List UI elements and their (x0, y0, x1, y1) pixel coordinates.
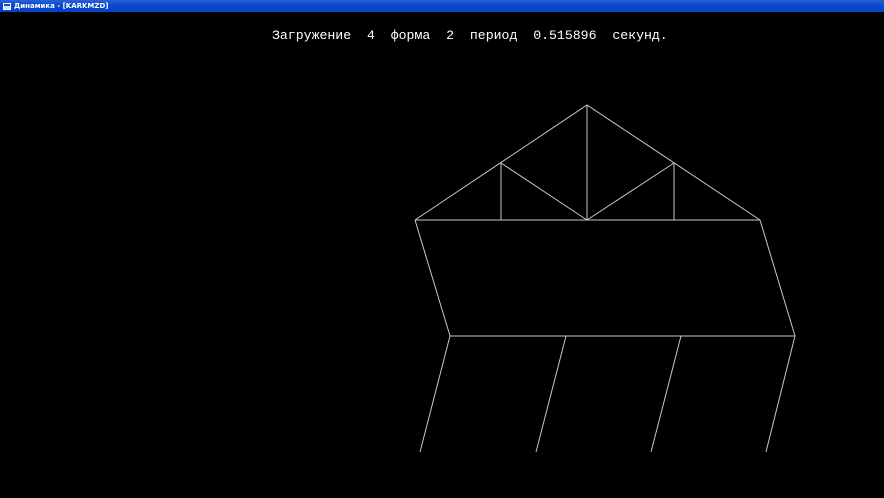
upper-column-left (414, 219, 451, 337)
upper-column-right (759, 219, 796, 337)
window-title: Динамика - [KARKMZD] (14, 2, 109, 10)
app-window: Динамика - [KARKMZD] Загружение 4 форма … (0, 0, 884, 498)
frame-model (414, 104, 796, 453)
lower-column-2 (535, 335, 567, 453)
truss-diagonal-left (500, 162, 588, 221)
lower-column-3 (650, 335, 682, 453)
title-bar[interactable]: Динамика - [KARKMZD] (0, 0, 884, 12)
drawing-canvas[interactable]: Загружение 4 форма 2 период 0.515896 сек… (0, 12, 884, 498)
app-icon[interactable] (3, 2, 11, 10)
lower-column-4 (765, 335, 796, 453)
truss-diagonal-right (586, 162, 675, 221)
lower-column-1 (419, 335, 451, 453)
